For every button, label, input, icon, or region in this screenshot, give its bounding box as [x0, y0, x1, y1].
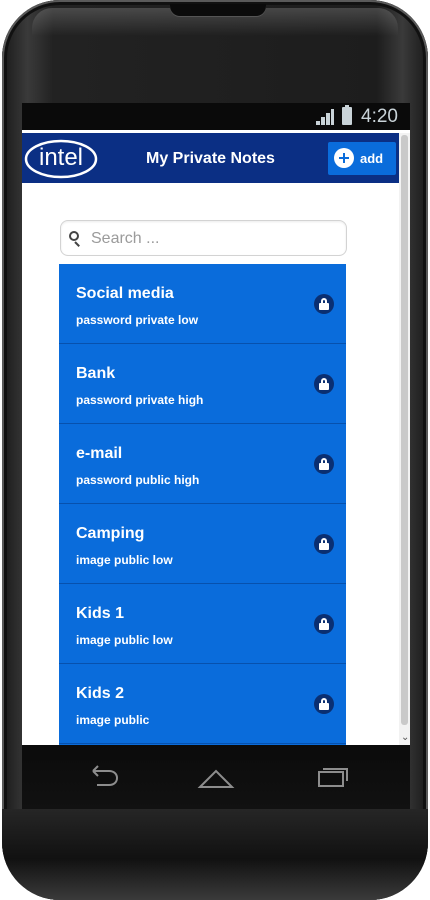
- note-item-camping[interactable]: Camping image public low: [59, 504, 346, 584]
- recent-apps-icon[interactable]: [313, 761, 353, 793]
- note-tags: image public low: [76, 633, 173, 647]
- note-title: e-mail: [76, 445, 123, 462]
- lock-icon: [314, 374, 334, 394]
- svg-text:intel: intel: [39, 144, 83, 171]
- plus-icon: [334, 148, 354, 168]
- note-title: Camping: [76, 525, 145, 542]
- status-bar: 4:20: [22, 103, 410, 130]
- page-title: My Private Notes: [146, 150, 275, 167]
- note-tags: password private low: [76, 313, 199, 327]
- note-title: Kids 1: [76, 605, 125, 622]
- signal-icon: [316, 109, 334, 125]
- search-icon: [69, 231, 79, 241]
- note-item-kids-2[interactable]: Kids 2 image public: [59, 664, 346, 744]
- intel-logo: intel: [24, 139, 98, 179]
- note-tags: password private high: [76, 393, 204, 407]
- notes-content: Social media password private low Bank p…: [22, 183, 399, 745]
- lock-icon: [314, 294, 334, 314]
- search-input[interactable]: [89, 228, 333, 250]
- lock-icon: [314, 454, 334, 474]
- scrollbar-thumb[interactable]: [401, 135, 408, 725]
- lock-icon: [314, 534, 334, 554]
- note-title: Social media: [76, 285, 174, 302]
- battery-icon: [342, 105, 352, 125]
- phone-speaker: [170, 4, 266, 16]
- back-icon[interactable]: [83, 761, 123, 793]
- notes-list: Social media password private low Bank p…: [59, 264, 346, 745]
- note-item-social-media[interactable]: Social media password private low: [59, 264, 346, 344]
- note-item-e-mail[interactable]: e-mail password public high: [59, 424, 346, 504]
- note-tags: image public: [76, 713, 150, 727]
- lock-icon: [314, 694, 334, 714]
- note-tags: password public high: [76, 473, 200, 487]
- home-icon[interactable]: [196, 761, 236, 793]
- scrollbar[interactable]: ⌄: [399, 133, 410, 745]
- android-nav-bar: [22, 745, 410, 809]
- chevron-down-icon[interactable]: ⌄: [401, 733, 409, 743]
- search-box[interactable]: [60, 220, 347, 256]
- add-button-label: add: [360, 151, 384, 166]
- phone-bottom-frame: [2, 809, 428, 900]
- note-title: Bank: [76, 365, 116, 382]
- phone-screen: 4:20 intel My Private Notes add Social m…: [22, 103, 410, 745]
- status-time: 4:20: [361, 106, 398, 127]
- add-button[interactable]: add: [328, 142, 396, 175]
- note-item-kids-1[interactable]: Kids 1 image public low: [59, 584, 346, 664]
- note-title: Kids 2: [76, 685, 125, 702]
- note-item-bank[interactable]: Bank password private high: [59, 344, 346, 424]
- note-tags: image public low: [76, 553, 173, 567]
- lock-icon: [314, 614, 334, 634]
- app-header: intel My Private Notes add: [22, 133, 399, 183]
